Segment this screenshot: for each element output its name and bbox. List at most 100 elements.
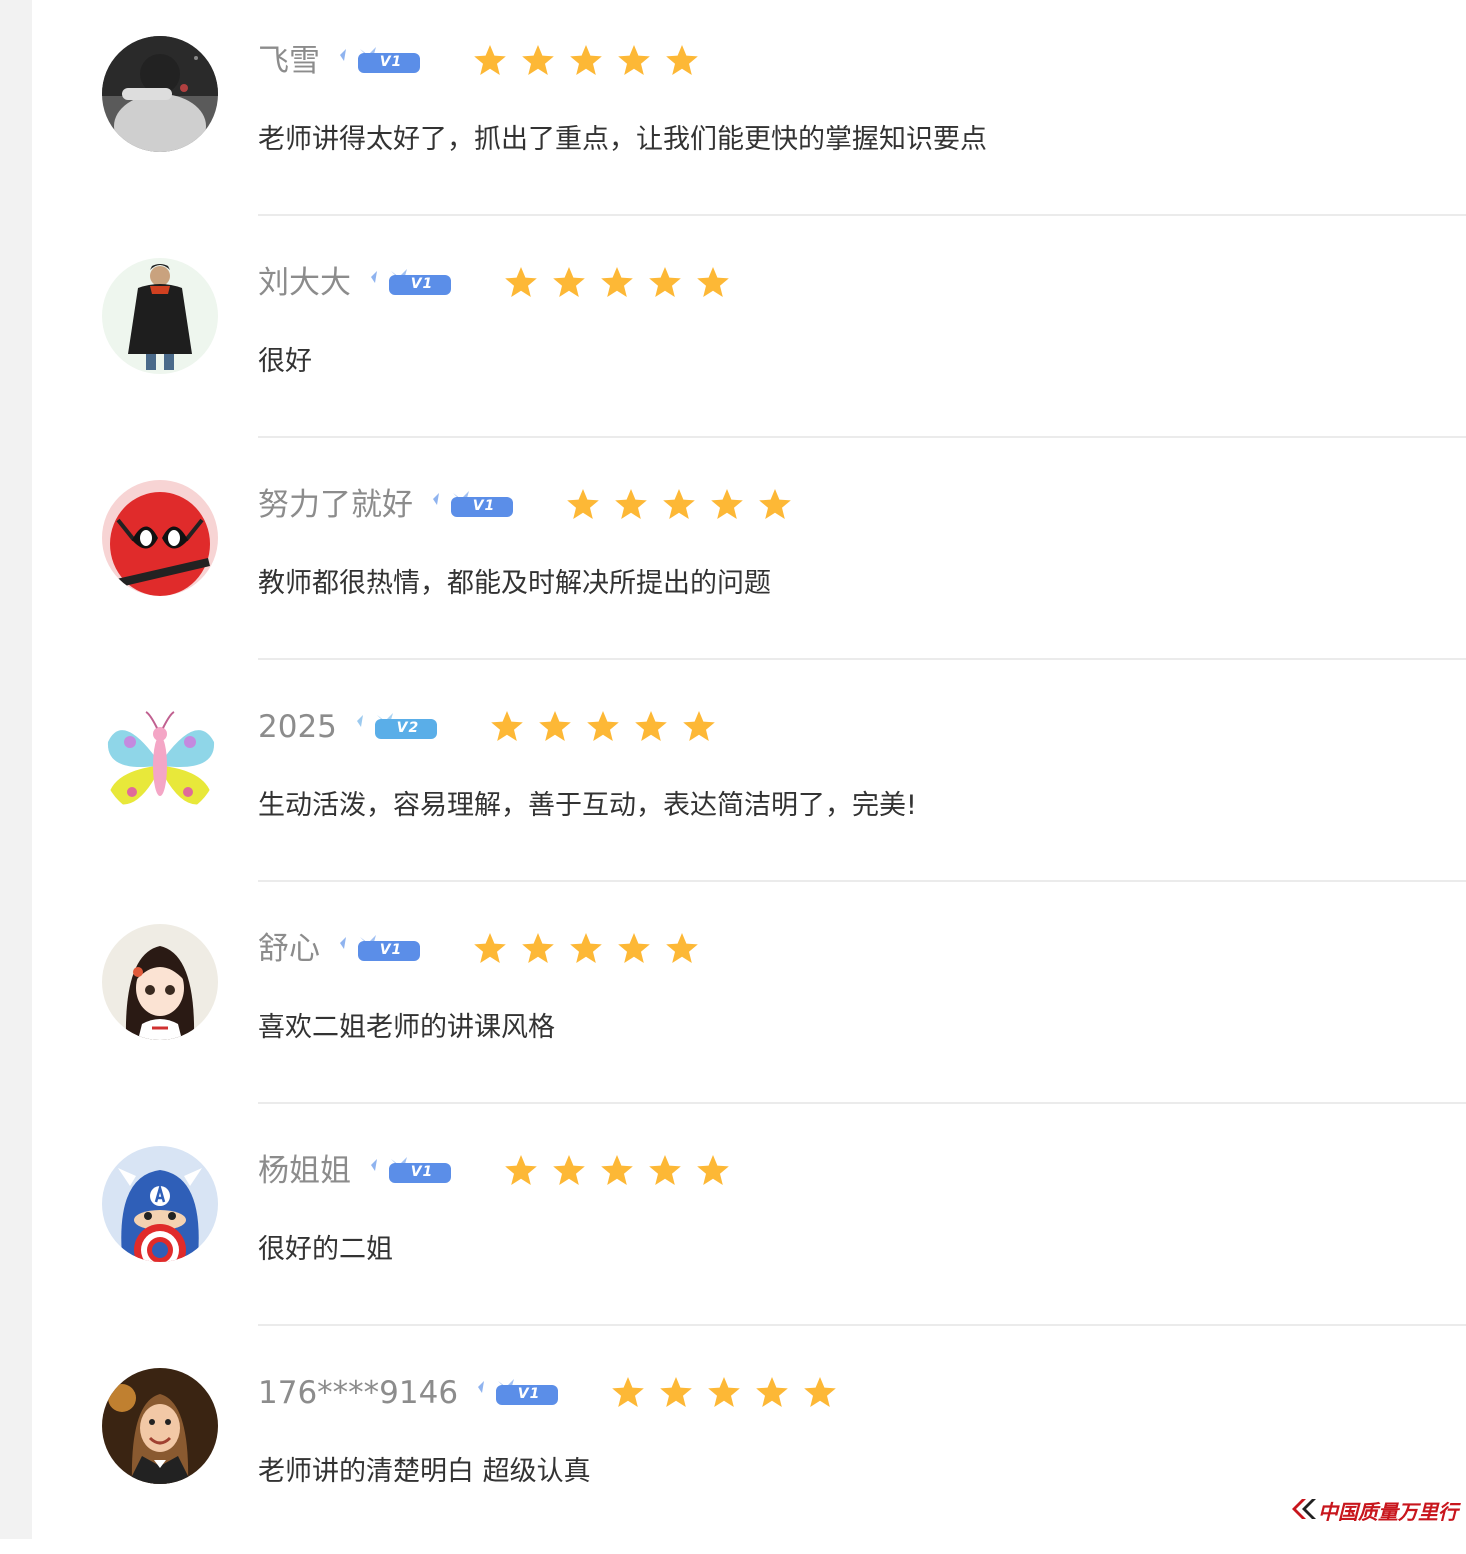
divider	[258, 880, 1466, 882]
username[interactable]: 176****9146	[258, 1370, 458, 1416]
star-icon	[754, 1375, 790, 1411]
username[interactable]: 飞雪	[258, 38, 320, 84]
username[interactable]: 杨姐姐	[258, 1148, 351, 1194]
star-rating	[472, 43, 712, 79]
star-icon	[503, 1153, 539, 1189]
review-comment: 老师讲得太好了，抓出了重点，让我们能更快的掌握知识要点	[258, 124, 987, 155]
user-avatar[interactable]	[102, 258, 218, 374]
divider	[258, 1324, 1466, 1326]
star-icon	[616, 43, 652, 79]
star-icon	[658, 1375, 694, 1411]
divider	[258, 436, 1466, 438]
star-icon	[757, 487, 793, 523]
chevron-logo-icon	[1290, 1497, 1316, 1525]
star-icon	[647, 1153, 683, 1189]
review-item: 176****9146 V1 老师讲的清楚明白 超级认真	[0, 1332, 1466, 1554]
review-item: 杨姐姐 V1 很好的二姐	[0, 1110, 1466, 1332]
star-icon	[709, 487, 745, 523]
star-rating	[472, 931, 712, 967]
star-icon	[537, 709, 573, 745]
star-icon	[599, 265, 635, 301]
star-icon	[695, 265, 731, 301]
vip-level-badge: V1	[338, 45, 420, 77]
star-rating	[565, 487, 805, 523]
star-icon	[551, 265, 587, 301]
star-icon	[472, 931, 508, 967]
star-icon	[613, 487, 649, 523]
star-icon	[616, 931, 652, 967]
username[interactable]: 努力了就好	[258, 482, 413, 528]
star-icon	[802, 1375, 838, 1411]
vip-level-text: V1	[379, 54, 403, 70]
username[interactable]: 刘大大	[258, 260, 351, 306]
star-icon	[520, 931, 556, 967]
star-icon	[706, 1375, 742, 1411]
star-icon	[568, 931, 604, 967]
watermark-text: 中国质量万里行	[1318, 1500, 1458, 1524]
vip-level-text: V1	[517, 1386, 541, 1402]
vip-level-badge: V1	[369, 1155, 451, 1187]
star-icon	[661, 487, 697, 523]
star-icon	[503, 265, 539, 301]
user-avatar[interactable]	[102, 36, 218, 152]
divider	[258, 214, 1466, 216]
vip-level-badge: V1	[369, 267, 451, 299]
vip-level-badge: V1	[338, 933, 420, 965]
vip-level-badge: V2	[355, 711, 437, 743]
star-rating	[503, 1153, 743, 1189]
review-item: 努力了就好 V1 教师都很热情，都能及时解决所提出的问题	[0, 444, 1466, 666]
star-icon	[489, 709, 525, 745]
star-rating	[610, 1375, 850, 1411]
vip-level-badge: V1	[476, 1377, 559, 1409]
user-avatar[interactable]	[102, 1368, 218, 1484]
review-comment: 教师都很热情，都能及时解决所提出的问题	[258, 568, 771, 599]
review-item: 刘大大 V1 很好	[0, 222, 1466, 444]
vip-level-text: V1	[410, 1164, 434, 1180]
user-avatar[interactable]	[102, 702, 218, 818]
star-icon	[664, 931, 700, 967]
star-icon	[647, 265, 683, 301]
review-header: 舒心 V1	[258, 926, 712, 972]
username[interactable]: 2025	[258, 704, 337, 750]
divider	[258, 1102, 1466, 1104]
star-icon	[568, 43, 604, 79]
vip-level-text: V2	[396, 720, 420, 736]
star-icon	[664, 43, 700, 79]
review-header: 176****9146 V1	[258, 1370, 850, 1416]
vip-level-badge: V1	[431, 489, 513, 521]
star-icon	[610, 1375, 646, 1411]
review-header: 2025 V2	[258, 704, 729, 750]
review-item: 舒心 V1 喜欢二姐老师的讲课风格	[0, 888, 1466, 1110]
vip-level-text: V1	[379, 942, 403, 958]
star-icon	[565, 487, 601, 523]
star-icon	[472, 43, 508, 79]
review-comment: 生动活泼，容易理解，善于互动，表达简洁明了，完美!	[258, 790, 917, 821]
review-item: 飞雪 V1 老师讲得太好了，抓出了重点，让我们能更快的掌握知识要点	[0, 0, 1466, 222]
user-avatar[interactable]	[102, 924, 218, 1040]
star-icon	[633, 709, 669, 745]
review-header: 杨姐姐 V1	[258, 1148, 743, 1194]
review-header: 飞雪 V1	[258, 38, 712, 84]
star-icon	[585, 709, 621, 745]
review-comment: 老师讲的清楚明白 超级认真	[258, 1456, 591, 1487]
review-header: 努力了就好 V1	[258, 482, 805, 528]
divider	[258, 658, 1466, 660]
review-comment: 喜欢二姐老师的讲课风格	[258, 1012, 555, 1043]
review-item: 2025 V2 生动活泼，容易理解，善于互动，表达简洁明了，完美!	[0, 666, 1466, 888]
star-rating	[489, 709, 729, 745]
username[interactable]: 舒心	[258, 926, 320, 972]
review-comment: 很好的二姐	[258, 1234, 393, 1265]
star-rating	[503, 265, 743, 301]
star-icon	[599, 1153, 635, 1189]
user-avatar[interactable]	[102, 1146, 218, 1262]
star-icon	[695, 1153, 731, 1189]
vip-level-text: V1	[472, 498, 496, 514]
user-avatar[interactable]	[102, 480, 218, 596]
review-comment: 很好	[258, 346, 312, 377]
star-icon	[681, 709, 717, 745]
watermark: 中国质量万里行	[1290, 1496, 1458, 1525]
star-icon	[551, 1153, 587, 1189]
vip-level-text: V1	[410, 276, 434, 292]
review-header: 刘大大 V1	[258, 260, 743, 306]
star-icon	[520, 43, 556, 79]
